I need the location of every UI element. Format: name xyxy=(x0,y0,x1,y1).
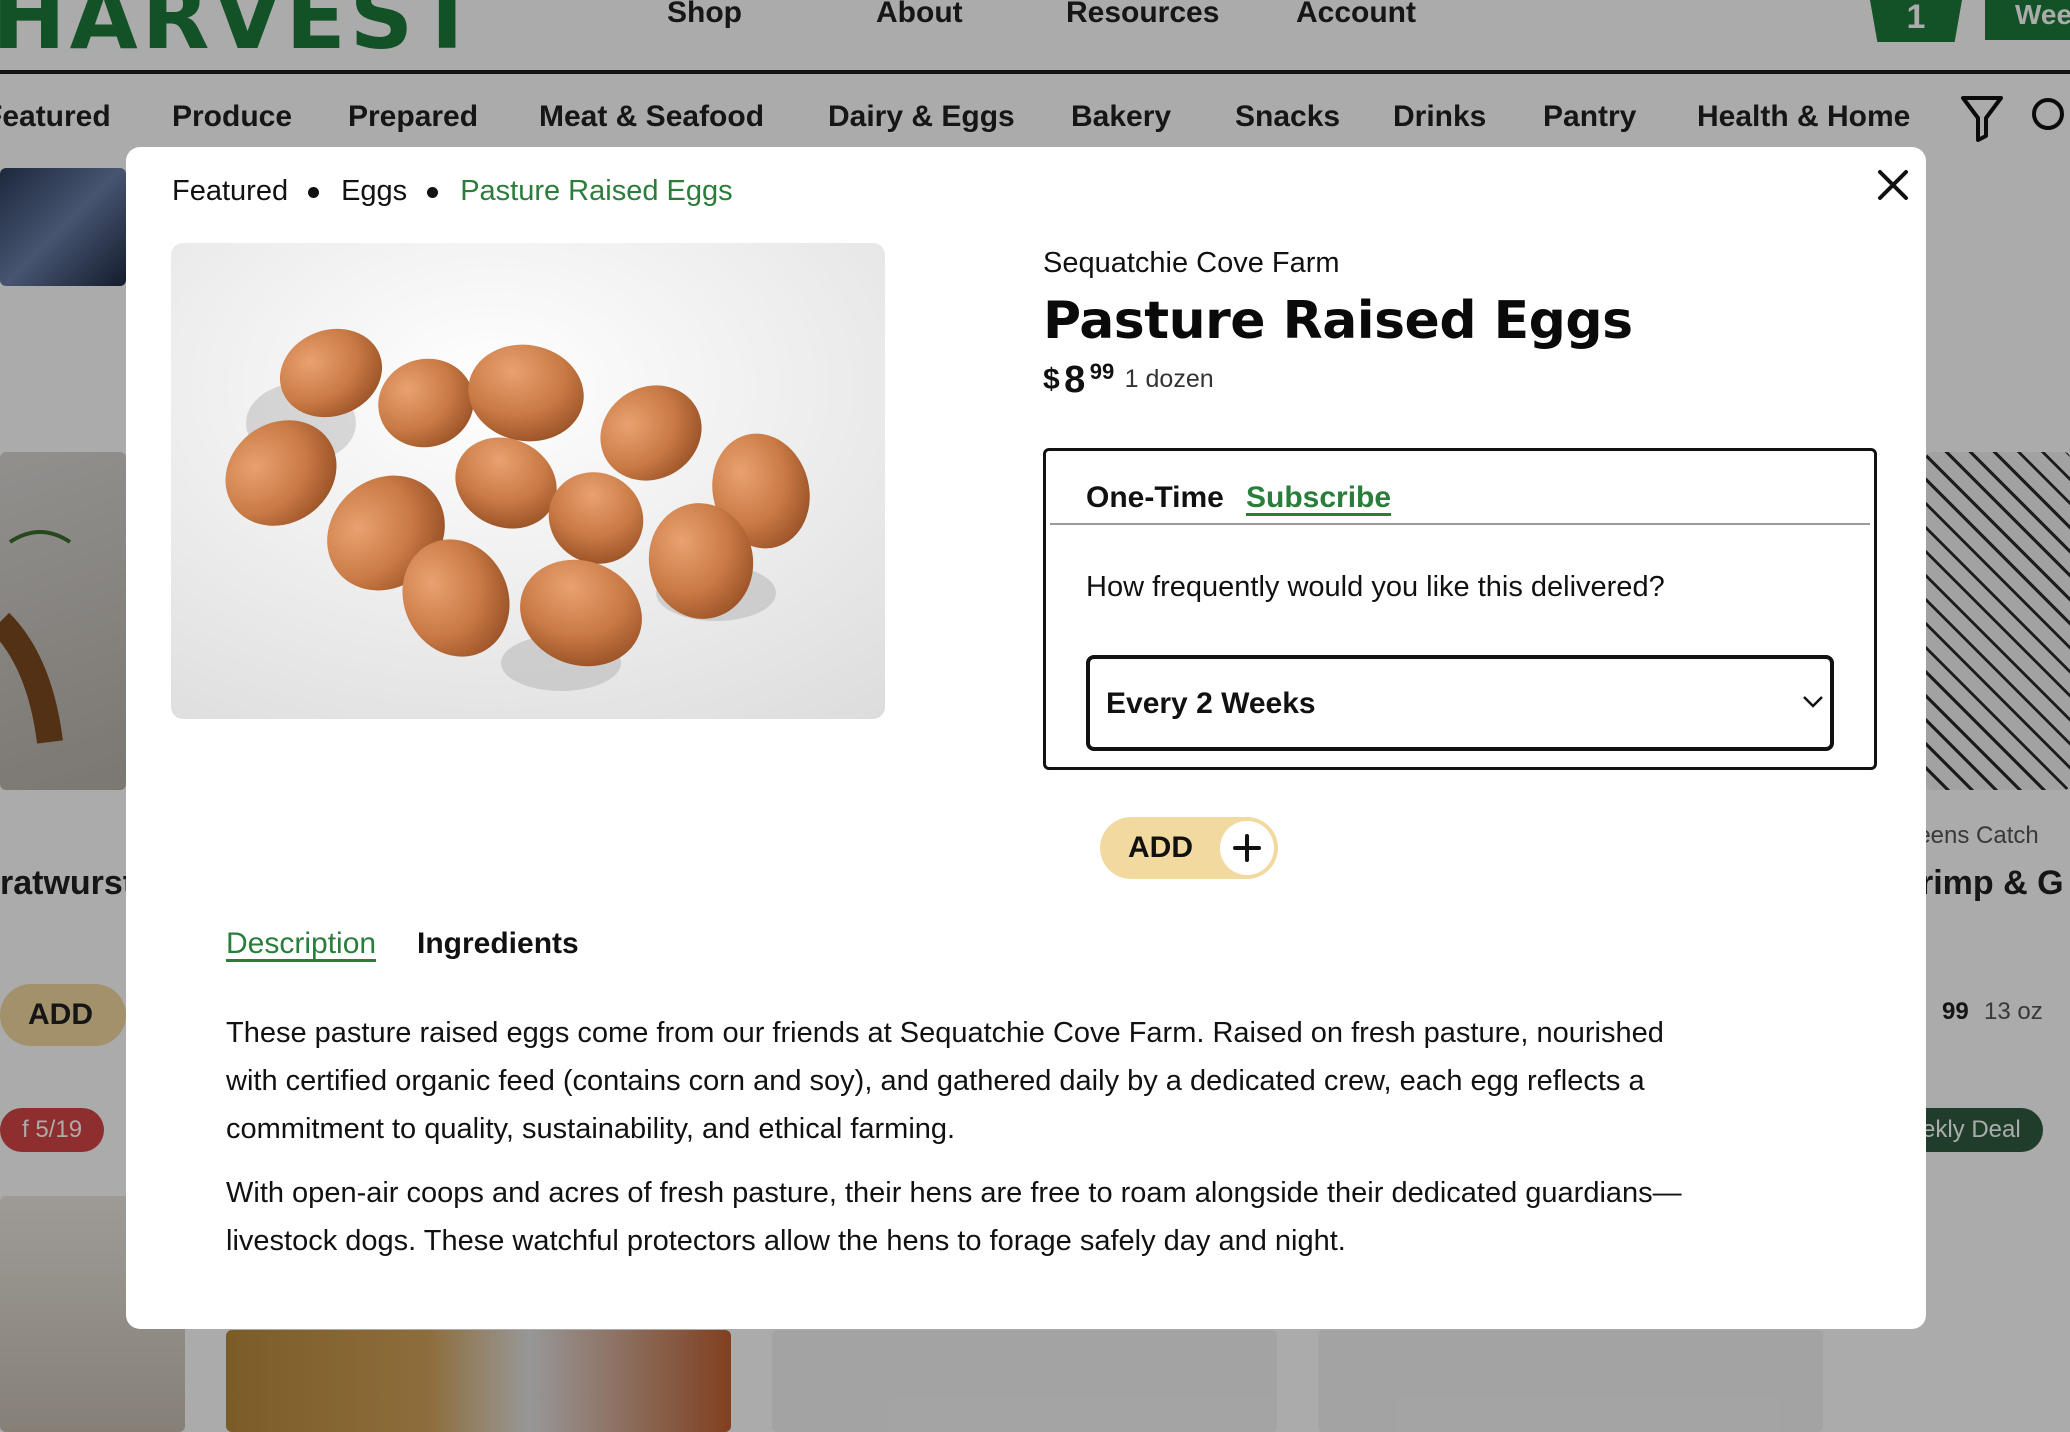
breadcrumb-separator xyxy=(427,186,439,198)
product-price: $ 8 99 1 dozen xyxy=(1043,359,1214,402)
breadcrumb-current: Pasture Raised Eggs xyxy=(460,175,733,207)
add-button-label: ADD xyxy=(1128,831,1193,864)
tab-divider xyxy=(1050,523,1870,525)
price-unit: 1 dozen xyxy=(1124,365,1214,393)
breadcrumb-separator xyxy=(308,186,320,198)
price-currency: $ xyxy=(1043,363,1060,396)
product-modal: Featured Eggs Pasture Raised Eggs Sequat… xyxy=(126,147,1926,1329)
close-icon[interactable] xyxy=(1871,163,1915,207)
purchase-options: One-Time Subscribe How frequently would … xyxy=(1043,448,1877,770)
tab-subscribe[interactable]: Subscribe xyxy=(1246,481,1391,515)
tab-ingredients[interactable]: Ingredients xyxy=(417,927,579,961)
add-to-cart-button[interactable]: ADD xyxy=(1100,817,1278,879)
chevron-down-icon xyxy=(1803,696,1823,708)
breadcrumb-eggs[interactable]: Eggs xyxy=(341,175,407,207)
frequency-question: How frequently would you like this deliv… xyxy=(1086,571,1665,603)
frequency-selected-value: Every 2 Weeks xyxy=(1106,687,1316,720)
description-paragraph: These pasture raised eggs come from our … xyxy=(226,1017,1664,1145)
plus-icon[interactable] xyxy=(1220,821,1274,875)
price-dollars: 8 xyxy=(1064,359,1086,401)
tab-one-time[interactable]: One-Time xyxy=(1086,481,1224,515)
product-image xyxy=(171,243,885,719)
tab-description[interactable]: Description xyxy=(226,927,376,961)
price-cents: 99 xyxy=(1089,359,1115,384)
breadcrumb: Featured Eggs Pasture Raised Eggs xyxy=(172,175,733,208)
product-title: Pasture Raised Eggs xyxy=(1043,291,1633,351)
product-vendor[interactable]: Sequatchie Cove Farm xyxy=(1043,247,1340,280)
product-description: These pasture raised eggs come from our … xyxy=(226,1009,1686,1281)
breadcrumb-featured[interactable]: Featured xyxy=(172,175,288,207)
description-paragraph: With open-air coops and acres of fresh p… xyxy=(226,1177,1682,1257)
frequency-select[interactable]: Every 2 Weeks xyxy=(1086,655,1834,751)
